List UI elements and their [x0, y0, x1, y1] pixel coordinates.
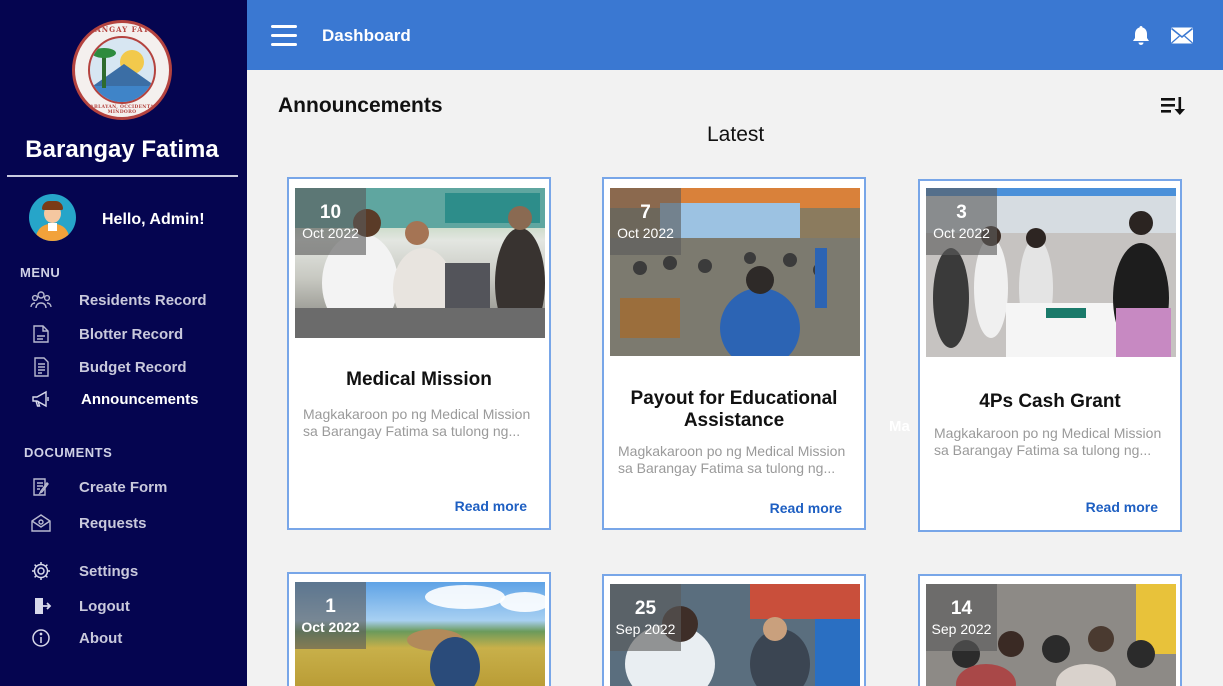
- announcement-description: Magkakaroon po ng Medical Mission sa Bar…: [303, 406, 531, 439]
- nav-label: Announcements: [81, 390, 199, 408]
- requests-icon: [31, 514, 51, 532]
- hamburger-menu-icon[interactable]: [271, 25, 297, 46]
- date-month: Oct 2022: [933, 225, 990, 241]
- nav-requests[interactable]: Requests: [30, 512, 147, 534]
- sort-icon[interactable]: [1160, 94, 1186, 118]
- announcement-photo: 14 Sep 2022: [926, 584, 1176, 686]
- admin-avatar: [29, 194, 76, 241]
- nav-budget-record[interactable]: Budget Record: [30, 356, 187, 378]
- date-badge: 10 Oct 2022: [295, 188, 366, 255]
- announcement-card[interactable]: 25 Sep 2022: [602, 574, 866, 686]
- logo-top-text: BARANGAY FATIMA: [75, 25, 169, 34]
- nav-create-form[interactable]: Create Form: [30, 476, 167, 498]
- nav-residents-record[interactable]: Residents Record: [30, 289, 207, 311]
- date-month: Sep 2022: [931, 621, 992, 637]
- blotter-icon: [33, 325, 49, 343]
- read-more-link[interactable]: Read more: [770, 500, 842, 516]
- create-form-icon: [33, 478, 49, 496]
- stray-text: Ma: [889, 418, 910, 435]
- date-day: 10: [319, 202, 342, 223]
- announcement-card[interactable]: 10 Oct 2022 Medical Mission Magkakaroon …: [287, 177, 551, 530]
- header-title: Dashboard: [322, 26, 411, 45]
- date-month: Sep 2022: [615, 621, 676, 637]
- date-month: Oct 2022: [301, 619, 360, 635]
- nav-label: Settings: [79, 562, 139, 580]
- documents-section-label: DOCUMENTS: [24, 445, 113, 460]
- nav-label: Residents Record: [79, 291, 207, 309]
- nav-announcements[interactable]: Announcements: [30, 388, 199, 410]
- nav-label: About: [79, 629, 123, 647]
- announcement-photo: 3 Oct 2022: [926, 188, 1176, 357]
- mail-icon[interactable]: [1170, 26, 1194, 45]
- nav-label: Budget Record: [79, 358, 187, 376]
- info-icon: [32, 629, 50, 647]
- announcement-description: Magkakaroon po ng Medical Mission sa Bar…: [934, 425, 1162, 458]
- megaphone-icon: [32, 390, 49, 408]
- date-badge: 7 Oct 2022: [610, 188, 681, 255]
- nav-label: Blotter Record: [79, 325, 184, 343]
- date-badge: 14 Sep 2022: [926, 584, 997, 651]
- barangay-logo: BARANGAY FATIMA SABLAYAN, OCCIDENTAL MIN…: [72, 20, 172, 120]
- logo-bottom-text: SABLAYAN, OCCIDENTAL MINDORO: [86, 105, 158, 115]
- date-month: Oct 2022: [617, 225, 674, 241]
- date-day: 3: [956, 202, 967, 223]
- announcement-title: 4Ps Cash Grant: [979, 391, 1121, 412]
- top-bar: Dashboard: [247, 0, 1223, 70]
- nav-blotter-record[interactable]: Blotter Record: [30, 323, 183, 345]
- nav-label: Create Form: [79, 478, 168, 496]
- greeting-text: Hello, Admin!: [102, 211, 205, 228]
- logout-icon: [35, 598, 52, 614]
- bell-icon[interactable]: [1130, 24, 1152, 46]
- announcement-photo: 7 Oct 2022: [610, 188, 860, 356]
- read-more-link[interactable]: Read more: [455, 498, 527, 514]
- nav-about[interactable]: About: [30, 627, 122, 649]
- date-badge: 1 Oct 2022: [295, 582, 366, 649]
- date-day: 7: [640, 202, 651, 223]
- budget-icon: [34, 357, 49, 377]
- read-more-link[interactable]: Read more: [1086, 499, 1158, 515]
- date-month: Oct 2022: [302, 225, 359, 241]
- announcement-photo: 1 Oct 2022: [295, 582, 545, 686]
- announcement-card[interactable]: 14 Sep 2022: [918, 574, 1182, 686]
- sidebar: BARANGAY FATIMA SABLAYAN, OCCIDENTAL MIN…: [0, 0, 247, 686]
- announcement-photo: 10 Oct 2022: [295, 188, 545, 338]
- nav-logout[interactable]: Logout: [30, 595, 130, 617]
- announcement-card[interactable]: 3 Oct 2022 4Ps Cash Grant Magkakaroon po…: [918, 179, 1182, 532]
- announcement-title: Medical Mission: [346, 369, 492, 390]
- brand-divider: [7, 175, 238, 177]
- date-badge: 3 Oct 2022: [926, 188, 997, 255]
- section-subtitle: Latest: [707, 123, 765, 146]
- nav-settings[interactable]: Settings: [30, 560, 138, 582]
- nav-label: Logout: [79, 597, 130, 615]
- date-day: 14: [950, 598, 973, 619]
- nav-label: Requests: [79, 514, 147, 532]
- announcement-description: Magkakaroon po ng Medical Mission sa Bar…: [618, 443, 846, 476]
- gear-icon: [32, 562, 50, 580]
- announcement-card[interactable]: 7 Oct 2022 Payout for Educational Assist…: [602, 177, 866, 530]
- menu-section-label: MENU: [20, 265, 61, 280]
- announcement-card[interactable]: 1 Oct 2022: [287, 572, 551, 686]
- announcement-title: Payout for Educational Assistance: [630, 388, 838, 431]
- page-title: Announcements: [278, 94, 443, 117]
- residents-icon: [30, 291, 52, 309]
- date-day: 1: [325, 596, 336, 617]
- date-badge: 25 Sep 2022: [610, 584, 681, 651]
- date-day: 25: [634, 598, 657, 619]
- brand-name: Barangay Fatima: [25, 136, 219, 163]
- announcement-photo: 25 Sep 2022: [610, 584, 860, 686]
